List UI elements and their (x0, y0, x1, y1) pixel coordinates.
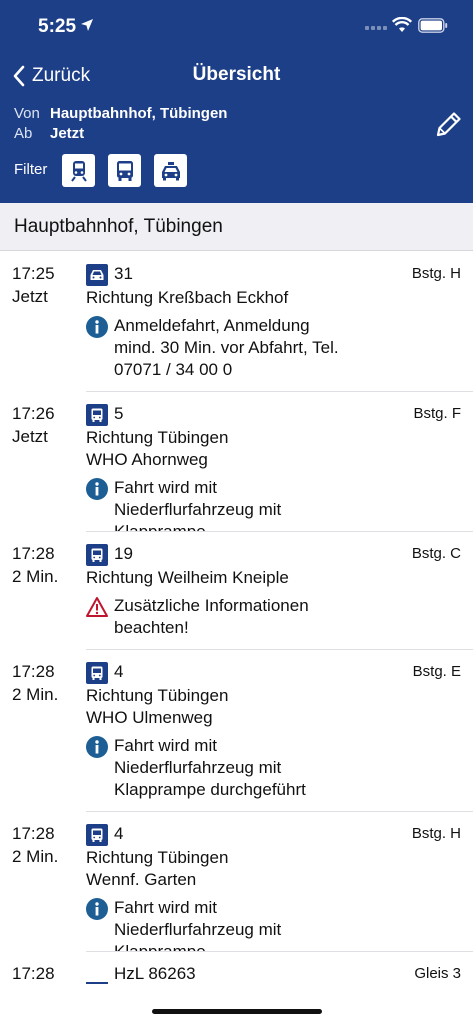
direction: Richtung Tübingen (86, 428, 229, 447)
filter-train-button[interactable] (62, 154, 95, 187)
note-text: Zusätzliche Informationen beachten! (114, 596, 309, 637)
platform: Bstg. E (412, 663, 461, 680)
direction-stop: Wennf. Garten (86, 870, 197, 889)
bus-icon (86, 404, 108, 426)
note-text: Fahrt wird mit Niederflurfahrzeug mit Kl… (114, 478, 282, 532)
train-icon (70, 160, 87, 182)
filter-bus-button[interactable] (108, 154, 141, 187)
info-icon (86, 478, 108, 500)
when-value: Jetzt (50, 125, 85, 142)
departure-countdown: 2 Min. (12, 567, 59, 586)
line-number: 19 (114, 544, 133, 563)
bus-icon (86, 662, 108, 684)
direction: Richtung Tübingen (86, 848, 229, 867)
platform: Bstg. F (413, 405, 461, 422)
note-text: Fahrt wird mit Niederflurfahrzeug mit Kl… (114, 736, 306, 799)
direction-stop: WHO Ulmenweg (86, 708, 213, 727)
warning-note: Zusätzliche Informationen beachten! (86, 595, 346, 639)
line-number: HzL 86263 (114, 964, 196, 983)
taxi-icon (86, 264, 108, 286)
status-time: 5:25 (38, 16, 77, 37)
when-row: Ab Jetzt (14, 125, 84, 142)
platform: Gleis 3 (414, 965, 461, 982)
info-icon (86, 316, 108, 338)
line-number: 4 (114, 662, 124, 681)
line-number: 4 (114, 824, 124, 843)
taxi-icon (161, 161, 180, 180)
departure-row[interactable]: 17:28 2 Min. 19 Bstg. C Richtung Weilhei… (0, 532, 473, 650)
info-icon (86, 736, 108, 758)
line-number: 5 (114, 404, 124, 423)
when-label: Ab (14, 125, 33, 142)
departure-time: 17:26 (12, 404, 55, 423)
info-note: Fahrt wird mit Niederflurfahrzeug mit Kl… (86, 735, 346, 801)
signal-icon (365, 26, 387, 32)
departure-row[interactable]: 17:25 Jetzt 31 Bstg. H Richtung Kreßbach… (0, 252, 473, 392)
departure-time: 17:28 (12, 824, 55, 843)
departure-row[interactable]: 17:28 2 Min. 4 Bstg. E Richtung Tübingen… (0, 650, 473, 812)
departure-countdown: Jetzt (12, 287, 48, 306)
filter-taxi-button[interactable] (154, 154, 187, 187)
departure-time: 17:28 (12, 964, 55, 983)
battery-icon (418, 18, 448, 33)
info-note: Anmeldefahrt, Anmeldung mind. 30 Min. vo… (86, 315, 346, 381)
departure-countdown: Jetzt (12, 427, 48, 446)
departure-time: 17:28 (12, 662, 55, 681)
from-label: Von (14, 105, 40, 122)
direction: Richtung Weilheim Kneiple (86, 568, 289, 587)
info-note: Fahrt wird mit Niederflurfahrzeug mit Kl… (86, 477, 346, 532)
home-indicator[interactable] (152, 1009, 322, 1014)
departure-countdown: 2 Min. (12, 685, 59, 704)
from-row: Von Hauptbahnhof, Tübingen (14, 105, 227, 122)
edit-pencil-icon[interactable] (433, 108, 465, 140)
station-header: Hauptbahnhof, Tübingen (0, 203, 473, 251)
bus-icon (86, 824, 108, 846)
location-arrow-icon (81, 19, 93, 31)
page-title: Übersicht (192, 64, 281, 85)
departure-row[interactable]: 17:28 2 Min. 4 Bstg. H Richtung Tübingen… (0, 812, 473, 952)
departure-countdown: 2 Min. (12, 847, 59, 866)
header: 5:25 Zurück Übersicht Von Hauptbahnhof, … (0, 0, 473, 203)
line-number: 31 (114, 264, 133, 283)
departure-time: 17:25 (12, 264, 55, 283)
direction: Richtung Tübingen (86, 686, 229, 705)
filter-label: Filter (14, 161, 48, 178)
from-value: Hauptbahnhof, Tübingen (50, 105, 228, 122)
platform: Bstg. H (411, 265, 461, 282)
bus-icon (116, 160, 133, 181)
platform: Bstg. H (411, 825, 461, 842)
station-name: Hauptbahnhof, Tübingen (14, 216, 223, 237)
info-icon (86, 898, 108, 920)
note-text: Anmeldefahrt, Anmeldung mind. 30 Min. vo… (114, 316, 339, 379)
note-text: Fahrt wird mit Niederflurfahrzeug mit Kl… (114, 898, 282, 952)
wifi-icon (392, 17, 412, 32)
departure-list[interactable]: 17:25 Jetzt 31 Bstg. H Richtung Kreßbach… (0, 252, 473, 1024)
warning-icon (86, 597, 108, 617)
platform: Bstg. C (411, 545, 461, 562)
direction: Richtung Kreßbach Eckhof (86, 288, 289, 307)
info-note: Fahrt wird mit Niederflurfahrzeug mit Kl… (86, 897, 346, 952)
train-icon (86, 982, 108, 984)
departure-row[interactable]: 17:26 Jetzt 5 Bstg. F Richtung Tübingen … (0, 392, 473, 532)
direction-stop: WHO Ahornweg (86, 450, 208, 469)
bus-icon (86, 544, 108, 566)
departure-time: 17:28 (12, 544, 55, 563)
